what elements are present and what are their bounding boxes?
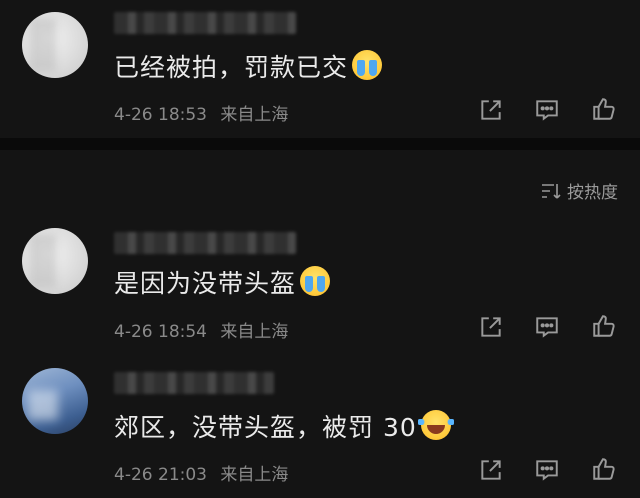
comment-text: 已经被拍，罚款已交 <box>114 48 383 84</box>
comment-date: 4-26 <box>114 465 153 485</box>
like-icon[interactable] <box>591 456 617 482</box>
comment-location: 来自上海 <box>220 105 289 125</box>
avatar[interactable] <box>22 368 88 434</box>
comment-date: 4-26 <box>114 322 153 342</box>
username-blurred[interactable] <box>114 12 296 34</box>
sort-toggle[interactable]: 按热度 <box>541 178 618 203</box>
comment-time: 18:54 <box>158 322 207 342</box>
avatar[interactable] <box>22 12 88 78</box>
comment-time: 21:03 <box>158 465 207 485</box>
comment-item: 是因为没带头盔 4-26 18:54 来自上海 <box>0 220 640 350</box>
comment-text: 郊区，没带头盔，被罚 30 <box>114 408 454 444</box>
share-icon[interactable] <box>478 314 504 340</box>
comment-meta: 4-26 18:53 来自上海 <box>114 100 288 125</box>
like-icon[interactable] <box>591 313 617 339</box>
comment-text-body: 郊区，没带头盔，被罚 30 <box>114 413 417 442</box>
comment-text-body: 是因为没带头盔 <box>114 269 297 298</box>
comment-item: 郊区，没带头盔，被罚 30 4-26 21:03 来自上海 <box>0 362 640 498</box>
comment-icon[interactable] <box>534 97 560 123</box>
comment-icon[interactable] <box>534 314 560 340</box>
comment-date: 4-26 <box>114 105 153 125</box>
comment-location: 来自上海 <box>220 322 289 342</box>
share-icon[interactable] <box>478 97 504 123</box>
comment-time: 18:53 <box>158 105 207 125</box>
comment-icon[interactable] <box>534 457 560 483</box>
avatar[interactable] <box>22 228 88 294</box>
sort-icon <box>542 183 561 199</box>
crying-face-emoji <box>352 50 383 80</box>
comment-text: 是因为没带头盔 <box>114 264 331 300</box>
crying-face-emoji <box>300 266 331 296</box>
sort-label: 按热度 <box>567 183 618 203</box>
comment-text-body: 已经被拍，罚款已交 <box>114 53 349 82</box>
username-blurred[interactable] <box>114 372 274 394</box>
like-icon[interactable] <box>591 96 617 122</box>
comment-location: 来自上海 <box>220 465 289 485</box>
section-divider <box>0 138 640 150</box>
comment-meta: 4-26 21:03 来自上海 <box>114 460 288 485</box>
comment-item: 已经被拍，罚款已交 4-26 18:53 来自上海 <box>0 0 640 138</box>
username-blurred[interactable] <box>114 232 296 254</box>
share-icon[interactable] <box>478 457 504 483</box>
tears-of-joy-emoji <box>417 410 454 440</box>
comment-meta: 4-26 18:54 来自上海 <box>114 317 288 342</box>
